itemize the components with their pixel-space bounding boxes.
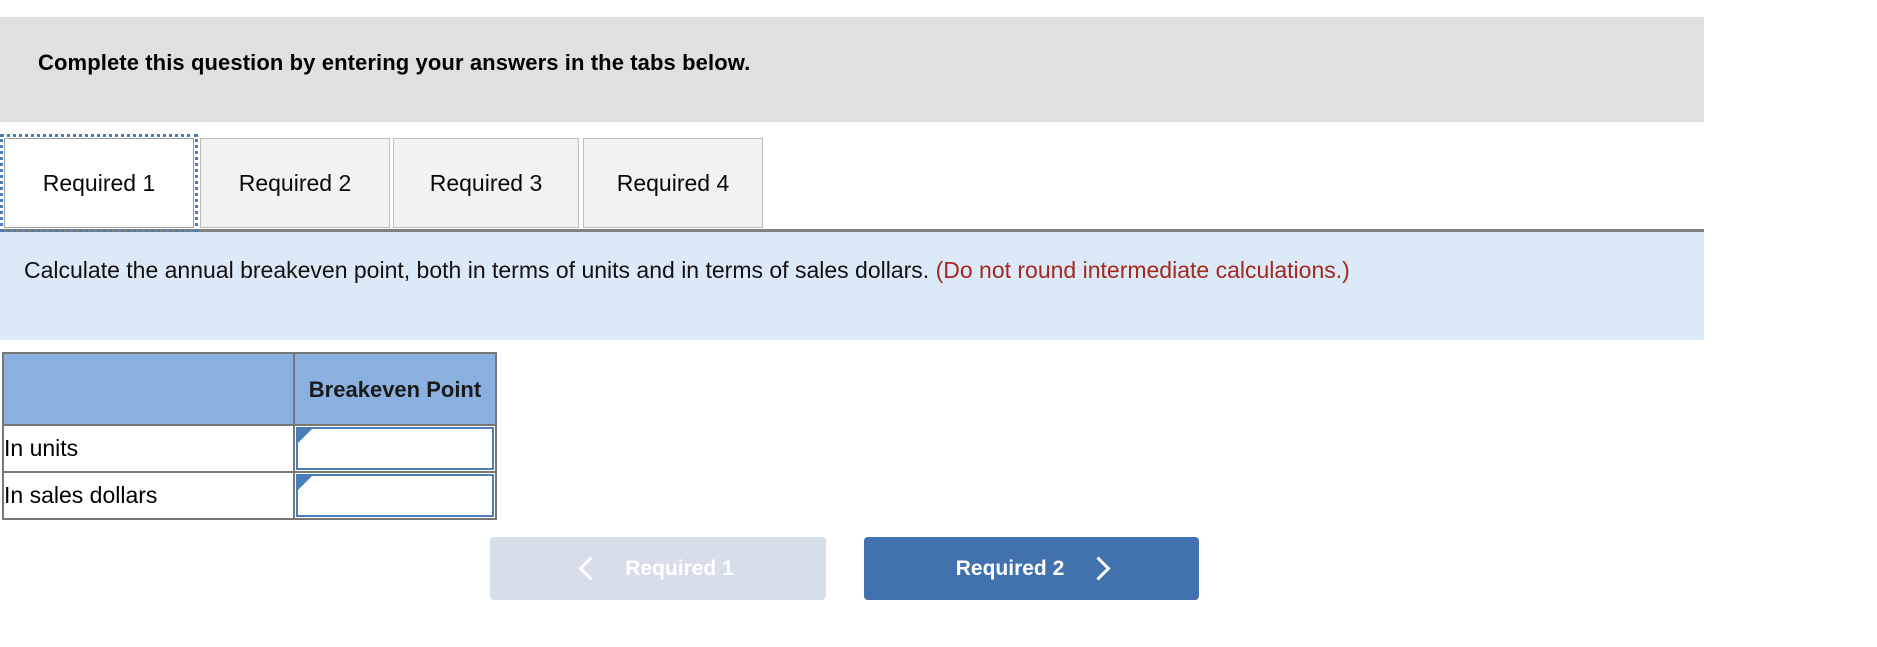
answer-input-in-sales-dollars[interactable]	[296, 474, 494, 517]
answer-table-body: In units In sales dollars	[2, 424, 497, 520]
tab-required-1[interactable]: Required 1	[0, 134, 198, 232]
row-label-in-sales-dollars: In sales dollars	[2, 471, 295, 520]
requirement-description-panel: Calculate the annual breakeven point, bo…	[0, 232, 1704, 340]
answer-table-head: Breakeven Point	[2, 352, 497, 426]
chevron-right-icon	[1086, 556, 1111, 581]
answer-cell-in-units[interactable]	[293, 424, 497, 473]
tab-required-4-label: Required 4	[616, 169, 730, 196]
next-requirement-label: Required 2	[955, 556, 1065, 580]
requirement-note-text: (Do not round intermediate calculations.…	[935, 257, 1350, 283]
tab-required-4[interactable]: Required 4	[583, 138, 763, 228]
chevron-left-icon	[578, 556, 603, 581]
requirement-main-text: Calculate the annual breakeven point, bo…	[24, 257, 936, 283]
next-requirement-button[interactable]: Required 2	[864, 537, 1199, 600]
answer-table-header-row: Breakeven Point	[2, 352, 497, 426]
answer-cell-in-sales-dollars[interactable]	[293, 471, 497, 520]
tab-required-1-label: Required 1	[42, 169, 156, 196]
previous-requirement-button[interactable]: Required 1	[490, 537, 826, 600]
answer-table-value-header: Breakeven Point	[293, 352, 497, 426]
tab-required-2-label: Required 2	[238, 169, 352, 196]
question-banner: Complete this question by entering your …	[0, 17, 1704, 122]
table-row: In units	[2, 424, 497, 473]
table-row: In sales dollars	[2, 471, 497, 520]
answer-table-corner-header	[2, 352, 295, 426]
navigation-button-bar: Required 1 Required 2	[0, 537, 1877, 607]
requirement-description-text: Calculate the annual breakeven point, bo…	[24, 254, 1664, 287]
previous-requirement-label: Required 1	[625, 556, 734, 580]
tab-required-3[interactable]: Required 3	[393, 138, 579, 228]
breakeven-answer-table: Breakeven Point In units In sales dollar…	[2, 352, 497, 520]
answer-input-in-units[interactable]	[296, 427, 494, 470]
question-banner-text: Complete this question by entering your …	[38, 50, 751, 75]
tab-required-2[interactable]: Required 2	[200, 138, 390, 228]
requirement-tab-strip: Required 1 Required 2 Required 3 Require…	[0, 134, 1877, 232]
row-label-in-units: In units	[2, 424, 295, 473]
tab-required-3-label: Required 3	[429, 169, 543, 196]
